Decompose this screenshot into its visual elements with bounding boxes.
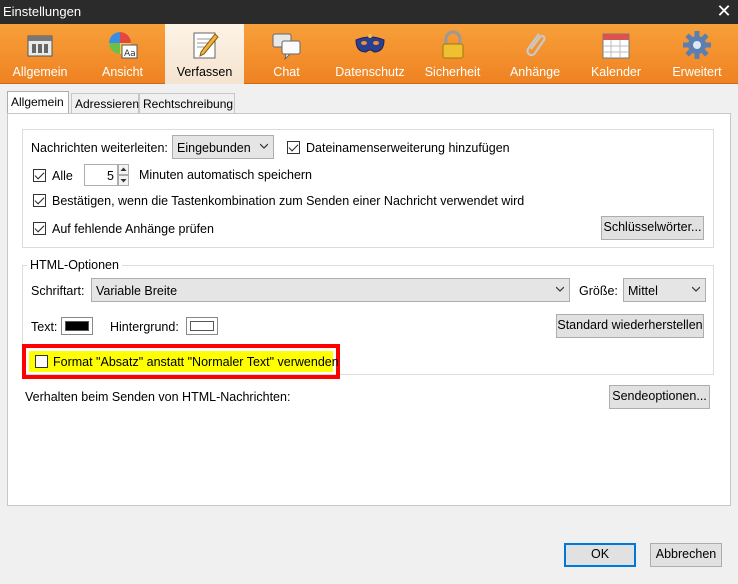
text-color-swatch	[65, 321, 89, 331]
restore-defaults-button[interactable]: Standard wiederherstellen	[556, 314, 704, 338]
chevron-down-icon	[260, 143, 268, 149]
send-behaviour-label: Verhalten beim Senden von HTML-Nachricht…	[25, 390, 291, 404]
forward-mode-value: Eingebunden	[177, 141, 251, 155]
toolbar-datenschutz[interactable]: Datenschutz	[329, 24, 411, 84]
html-options-legend: HTML-Optionen	[27, 258, 122, 272]
background-color-label: Hintergrund:	[110, 320, 179, 334]
toolbar-label: Allgemein	[12, 65, 68, 79]
close-icon[interactable]: ✕	[710, 0, 738, 24]
paragraph-format-checkbox[interactable]	[35, 355, 48, 368]
lock-icon	[442, 30, 463, 59]
send-options-button[interactable]: Sendeoptionen...	[609, 385, 710, 409]
toolbar-erweitert[interactable]: Erweitert	[656, 24, 738, 84]
toolbar-label: Ansicht	[102, 65, 143, 79]
font-family-value: Variable Breite	[96, 284, 178, 298]
autosave-label: Alle	[52, 169, 73, 183]
toolbar-kalender[interactable]: Kalender	[576, 24, 656, 84]
text-color-label: Text:	[31, 320, 58, 334]
toolbar-label: Chat	[273, 65, 300, 79]
toolbar-label: Sicherheit	[424, 65, 481, 79]
toolbar-ansicht[interactable]: Aa Ansicht	[80, 24, 165, 84]
confirm-send-label: Bestätigen, wenn die Tastenkombination z…	[52, 194, 525, 208]
gear-icon	[683, 31, 711, 59]
toolbar-sicherheit[interactable]: Sicherheit	[411, 24, 494, 84]
compose-icon	[193, 32, 219, 59]
category-toolbar: Allgemein Aa Ansicht Verfassen Chat Date…	[0, 24, 738, 84]
toolbar-label: Kalender	[590, 65, 642, 79]
display-icon: Aa	[108, 32, 137, 59]
toolbar-anhaenge[interactable]: Anhänge	[494, 24, 576, 84]
forward-label: Nachrichten weiterleiten:	[31, 141, 168, 155]
paragraph-format-label: Format "Absatz" anstatt "Normaler Text" …	[53, 355, 339, 369]
tab-allgemein[interactable]: Allgemein	[7, 91, 69, 114]
toolbar-allgemein[interactable]: Allgemein	[0, 24, 80, 84]
missing-attachments-label: Auf fehlende Anhänge prüfen	[52, 222, 214, 236]
highlight-frame: Format "Absatz" anstatt "Normaler Text" …	[22, 344, 340, 379]
autosave-suffix-label: Minuten automatisch speichern	[139, 168, 313, 182]
arrow-down-icon	[120, 179, 127, 183]
autosave-minutes-spinner[interactable]: 5	[84, 164, 129, 186]
calendar-icon	[602, 33, 630, 59]
ok-button[interactable]: OK	[564, 543, 636, 567]
font-family-select[interactable]: Variable Breite	[91, 278, 570, 302]
svg-text:Aa: Aa	[124, 49, 136, 59]
window-title: Einstellungen	[3, 4, 82, 19]
autosave-minutes-value: 5	[107, 169, 114, 183]
font-label: Schriftart:	[31, 284, 85, 298]
chat-icon	[272, 33, 300, 60]
toolbar-verfassen[interactable]: Verfassen	[165, 24, 244, 84]
privacy-mask-icon	[355, 34, 385, 53]
keywords-button[interactable]: Schlüsselwörter...	[601, 216, 704, 240]
spin-up-button[interactable]	[118, 164, 129, 175]
size-label: Größe:	[579, 284, 618, 298]
general-icon	[27, 35, 53, 57]
missing-attachments-checkbox[interactable]	[33, 222, 46, 235]
toolbar-label: Datenschutz	[335, 65, 405, 79]
cancel-button[interactable]: Abbrechen	[650, 543, 722, 567]
background-color-picker[interactable]	[186, 317, 218, 335]
arrow-up-icon	[120, 167, 127, 171]
forward-mode-select[interactable]: Eingebunden	[172, 135, 274, 159]
title-bar: Einstellungen ✕	[0, 0, 738, 24]
background-color-swatch	[190, 321, 214, 331]
extension-label: Dateinamenserweiterung hinzufügen	[306, 141, 510, 155]
spin-down-button[interactable]	[118, 175, 129, 186]
toolbar-label: Verfassen	[176, 65, 233, 79]
chevron-down-icon	[556, 286, 564, 292]
tab-rechtschreibung[interactable]: Rechtschreibung	[139, 93, 235, 114]
confirm-send-checkbox[interactable]	[33, 194, 46, 207]
extension-checkbox[interactable]	[287, 141, 300, 154]
toolbar-label: Anhänge	[509, 65, 561, 79]
paperclip-icon	[526, 33, 546, 57]
chevron-down-icon	[692, 286, 700, 292]
toolbar-chat[interactable]: Chat	[244, 24, 329, 84]
tab-adressieren[interactable]: Adressieren	[71, 93, 139, 114]
text-color-picker[interactable]	[61, 317, 93, 335]
autosave-checkbox[interactable]	[33, 169, 46, 182]
font-size-select[interactable]: Mittel	[623, 278, 706, 302]
font-size-value: Mittel	[628, 284, 658, 298]
toolbar-label: Erweitert	[672, 65, 722, 79]
